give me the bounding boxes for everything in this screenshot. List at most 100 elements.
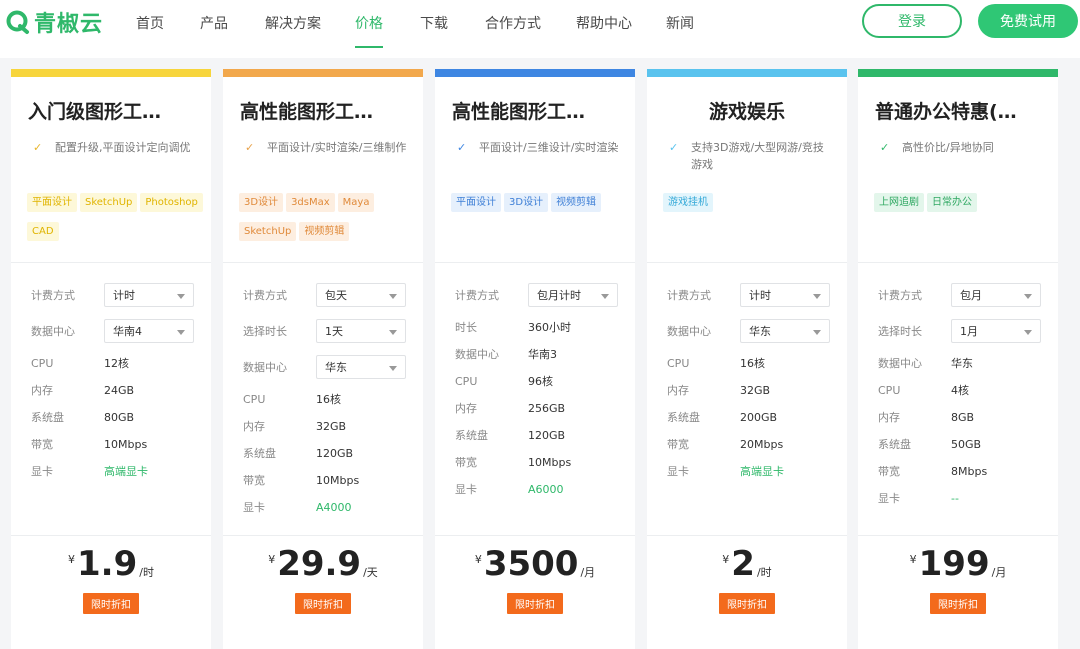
dropdown-select[interactable]: 华东 bbox=[316, 355, 406, 379]
promo-label[interactable]: 限时折扣 bbox=[295, 593, 351, 614]
nav-solutions[interactable]: 解决方案 bbox=[265, 13, 321, 33]
logo[interactable]: 青椒云 bbox=[6, 7, 103, 37]
spec-value: 80GB bbox=[104, 410, 135, 424]
select-label: 计费方式 bbox=[455, 289, 499, 302]
dropdown-select[interactable]: 华南4 bbox=[104, 319, 194, 343]
feature-text: 平面设计/实时渲染/三维制作 bbox=[267, 141, 407, 154]
spec-label: 内存 bbox=[31, 384, 53, 397]
spec-value: 8Mbps bbox=[951, 464, 988, 478]
select-row: 计费方式 计时 bbox=[31, 283, 211, 307]
spec-row: 系统盘 200GB bbox=[667, 405, 847, 429]
promo-label[interactable]: 限时折扣 bbox=[930, 593, 986, 614]
feature-text: 平面设计/三维设计/实时渲染 bbox=[479, 141, 619, 154]
price: ¥3500/月 bbox=[435, 544, 635, 584]
spec-label: 显卡 bbox=[243, 501, 265, 514]
price: ¥1.9/时 bbox=[11, 544, 211, 584]
dropdown-select[interactable]: 计时 bbox=[740, 283, 830, 307]
card-feature: ✓ 平面设计/实时渲染/三维制作 bbox=[245, 139, 410, 156]
price-unit: /月 bbox=[580, 566, 596, 579]
card-title: 游戏娱乐 bbox=[708, 101, 785, 123]
card-feature: ✓ 配置升级,平面设计定向调优 bbox=[33, 139, 198, 156]
free-trial-button[interactable]: 免费试用 bbox=[978, 4, 1078, 38]
spec-label: 时长 bbox=[455, 321, 477, 334]
divider bbox=[11, 535, 211, 536]
spec-value: 20Mbps bbox=[740, 437, 784, 451]
dropdown-select[interactable]: 1天 bbox=[316, 319, 406, 343]
select-row: 数据中心 华南4 bbox=[31, 319, 211, 343]
currency-symbol: ¥ bbox=[722, 553, 730, 566]
check-icon: ✓ bbox=[245, 141, 255, 154]
select-row: 计费方式 计时 bbox=[667, 283, 847, 307]
promo-badge: 限时折扣 bbox=[858, 593, 1058, 614]
dropdown-select[interactable]: 包月计时 bbox=[528, 283, 618, 307]
nav-pricing[interactable]: 价格 bbox=[355, 13, 383, 33]
pricing-card: 游戏娱乐 ✓ 支持3D游戏/大型网游/竞技游戏 游戏挂机 计费方式 计时 数据中心 华东 CPU… bbox=[647, 69, 847, 649]
tag-list: 游戏挂机 bbox=[663, 190, 843, 219]
nav-download[interactable]: 下载 bbox=[420, 13, 448, 33]
spec-value: 50GB bbox=[951, 437, 982, 451]
divider bbox=[435, 262, 635, 263]
price: ¥199/月 bbox=[858, 544, 1058, 584]
spec-label: CPU bbox=[878, 383, 901, 397]
chevron-down-icon bbox=[177, 294, 185, 299]
spec-row: CPU 4核 bbox=[878, 378, 1058, 402]
price-amount: 29.9 bbox=[277, 544, 362, 584]
spec-row: 显卡 A4000 bbox=[243, 495, 423, 519]
feature-text: 配置升级,平面设计定向调优 bbox=[55, 141, 191, 154]
spec-value: 华东 bbox=[951, 357, 973, 370]
spec-value: 高端显卡 bbox=[104, 465, 148, 478]
promo-label[interactable]: 限时折扣 bbox=[719, 593, 775, 614]
spec-row: CPU 16核 bbox=[243, 387, 423, 411]
price-unit: /月 bbox=[991, 566, 1007, 579]
spec-label: CPU bbox=[455, 374, 478, 388]
feature-text: 高性价比/异地协同 bbox=[902, 141, 994, 154]
spec-value: 12核 bbox=[104, 357, 129, 370]
dropdown-select[interactable]: 包月 bbox=[951, 283, 1041, 307]
spec-row: 带宽 10Mbps bbox=[31, 432, 211, 456]
select-value: 华东 bbox=[325, 361, 347, 374]
select-label: 计费方式 bbox=[31, 289, 75, 302]
dropdown-select[interactable]: 包天 bbox=[316, 283, 406, 307]
currency-symbol: ¥ bbox=[474, 553, 482, 566]
nav-news[interactable]: 新闻 bbox=[666, 13, 694, 33]
divider bbox=[858, 262, 1058, 263]
card-accent-bar bbox=[223, 69, 423, 77]
scenario-tag: 日常办公 bbox=[927, 193, 977, 212]
spec-row: 带宽 20Mbps bbox=[667, 432, 847, 456]
spec-row: 时长 360小时 bbox=[455, 315, 635, 339]
spec-value: 10Mbps bbox=[528, 455, 572, 469]
select-value: 计时 bbox=[749, 289, 771, 302]
select-label: 计费方式 bbox=[667, 289, 711, 302]
promo-label[interactable]: 限时折扣 bbox=[507, 593, 563, 614]
nav-products[interactable]: 产品 bbox=[200, 13, 228, 33]
select-value: 计时 bbox=[113, 289, 135, 302]
select-value: 包月计时 bbox=[537, 289, 581, 302]
spec-label: CPU bbox=[667, 356, 690, 370]
spec-row: 系统盘 120GB bbox=[455, 423, 635, 447]
dropdown-select[interactable]: 1月 bbox=[951, 319, 1041, 343]
spec-row: 内存 256GB bbox=[455, 396, 635, 420]
chevron-down-icon bbox=[177, 330, 185, 335]
chevron-down-icon bbox=[389, 366, 397, 371]
spec-row: CPU 96核 bbox=[455, 369, 635, 393]
divider bbox=[435, 535, 635, 536]
nav-cooperation[interactable]: 合作方式 bbox=[485, 13, 541, 33]
spec-value: 32GB bbox=[316, 419, 347, 433]
select-row: 选择时长 1月 bbox=[878, 319, 1058, 343]
logo-text: 青椒云 bbox=[34, 12, 104, 37]
nav-active-underline bbox=[355, 46, 383, 48]
dropdown-select[interactable]: 计时 bbox=[104, 283, 194, 307]
nav-home[interactable]: 首页 bbox=[136, 13, 164, 33]
login-button[interactable]: 登录 bbox=[862, 4, 962, 38]
promo-label[interactable]: 限时折扣 bbox=[83, 593, 139, 614]
spec-row: 带宽 10Mbps bbox=[243, 468, 423, 492]
price-amount: 2 bbox=[731, 544, 755, 584]
spec-row: 显卡 高端显卡 bbox=[31, 459, 211, 483]
currency-symbol: ¥ bbox=[68, 553, 76, 566]
select-row: 计费方式 包月 bbox=[878, 283, 1058, 307]
chevron-down-icon bbox=[1024, 294, 1032, 299]
select-row: 数据中心 华东 bbox=[243, 355, 423, 379]
dropdown-select[interactable]: 华东 bbox=[740, 319, 830, 343]
nav-help-center[interactable]: 帮助中心 bbox=[576, 13, 632, 33]
select-row: 计费方式 包天 bbox=[243, 283, 423, 307]
